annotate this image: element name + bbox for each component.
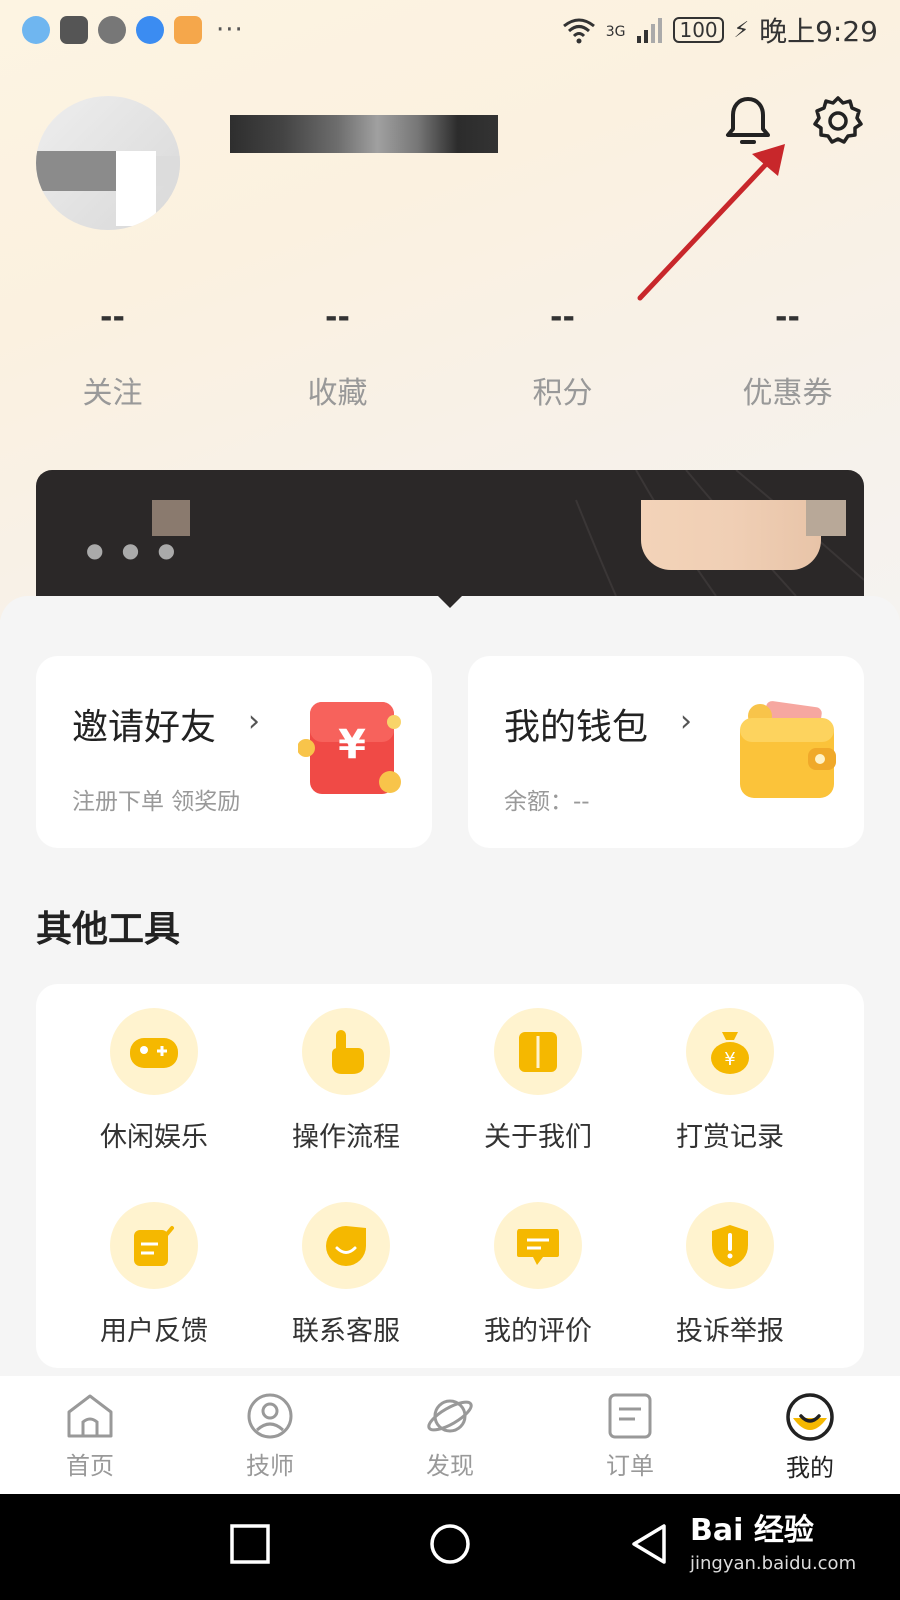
watermark-brand: Bai 经验 <box>690 1513 814 1548</box>
network-type: 3G <box>605 24 626 40</box>
stat-value: -- <box>775 300 800 335</box>
section-title-other-tools: 其他工具 <box>36 909 181 950</box>
tool-customer-service[interactable]: 联系客服 <box>248 1178 444 1348</box>
tab-mine[interactable]: 我的 <box>720 1376 900 1494</box>
book-icon <box>494 1008 582 1095</box>
tab-orders[interactable]: 订单 <box>540 1376 720 1494</box>
tool-label: 关于我们 <box>484 1122 592 1153</box>
stat-favorites[interactable]: -- 收藏 <box>225 300 450 412</box>
tool-label: 联系客服 <box>292 1316 400 1347</box>
avatar[interactable] <box>36 96 180 230</box>
tool-about-us[interactable]: 关于我们 <box>440 984 636 1154</box>
tool-feedback[interactable]: 用户反馈 <box>56 1178 252 1348</box>
stat-value: -- <box>325 300 350 335</box>
stat-value: -- <box>550 300 575 335</box>
comment-icon <box>494 1202 582 1289</box>
browser-app-icon <box>22 16 50 44</box>
signal-icon <box>637 18 663 43</box>
edit-note-icon <box>110 1202 198 1289</box>
tab-label: 首页 <box>66 1452 114 1480</box>
tool-label: 用户反馈 <box>100 1316 208 1347</box>
svg-text:¥: ¥ <box>724 1049 735 1070</box>
chevron-right-icon: › <box>680 704 692 739</box>
stat-label: 优惠券 <box>742 376 833 411</box>
tab-home[interactable]: 首页 <box>0 1376 180 1494</box>
tool-label: 投诉举报 <box>676 1316 784 1347</box>
stat-points[interactable]: -- 积分 <box>450 300 675 412</box>
stats-row: -- 关注 -- 收藏 -- 积分 -- 优惠券 <box>0 300 900 412</box>
shield-alert-icon <box>686 1202 774 1289</box>
huawei-store-icon <box>60 16 88 44</box>
gamepad-icon <box>110 1008 198 1095</box>
chevron-right-icon: › <box>248 704 260 739</box>
profile-smile-icon <box>786 1393 834 1441</box>
invite-friends-card[interactable]: 邀请好友 › 注册下单 领奖励 ¥ <box>36 656 432 848</box>
stat-label: 收藏 <box>307 376 368 411</box>
planet-icon <box>427 1399 473 1433</box>
banner-redacted-block <box>806 500 846 536</box>
banner-redacted-block <box>152 500 190 536</box>
tab-technician[interactable]: 技师 <box>180 1376 360 1494</box>
status-bar: ··· 3G 100 ⚡ 晚上9:29 <box>0 0 900 60</box>
svg-text:¥: ¥ <box>338 722 366 768</box>
stat-label: 积分 <box>532 376 593 411</box>
tool-tip-records[interactable]: ¥ 打赏记录 <box>632 984 828 1154</box>
recents-square-icon[interactable] <box>228 1522 272 1566</box>
stat-value: -- <box>100 300 125 335</box>
watermark-url: jingyan.baidu.com <box>690 1553 857 1574</box>
tab-label: 订单 <box>606 1452 654 1480</box>
tool-complaint-report[interactable]: 投诉举报 <box>632 1178 828 1348</box>
tab-label: 我的 <box>786 1454 834 1482</box>
home-icon <box>67 1394 113 1438</box>
user-circle-icon <box>247 1393 293 1439</box>
annotation-arrow <box>637 144 785 301</box>
tab-label: 发现 <box>426 1452 474 1480</box>
card-title: 我的钱包 <box>504 707 649 748</box>
banner-action-pill[interactable] <box>641 500 821 570</box>
tool-my-reviews[interactable]: 我的评价 <box>440 1178 636 1348</box>
tool-process[interactable]: 操作流程 <box>248 984 444 1154</box>
baidu-jingyan-watermark: Bai 经验 jingyan.baidu.com <box>690 1505 856 1574</box>
tab-discover[interactable]: 发现 <box>360 1376 540 1494</box>
card-subtitle: 余额：-- <box>504 789 590 815</box>
banner-dots: ● ● ● <box>86 538 182 562</box>
battery-indicator: 100 <box>673 17 724 43</box>
tab-label: 技师 <box>246 1452 294 1480</box>
back-triangle-icon[interactable] <box>628 1522 672 1566</box>
bottom-tab-bar: 首页 技师 发现 订单 我的 <box>0 1376 900 1494</box>
smile-service-icon <box>302 1202 390 1289</box>
more-notifications-icon: ··· <box>216 15 244 45</box>
red-envelope-icon: ¥ <box>298 702 401 794</box>
tool-label: 打赏记录 <box>676 1122 784 1153</box>
tool-label: 操作流程 <box>292 1122 400 1153</box>
home-circle-icon[interactable] <box>428 1522 472 1566</box>
tool-label: 我的评价 <box>484 1316 592 1347</box>
app-shield-icon <box>98 16 126 44</box>
orange-app-icon <box>174 16 202 44</box>
username-redacted[interactable] <box>230 115 498 153</box>
weather-cloud-icon <box>136 16 164 44</box>
tool-label: 休闲娱乐 <box>100 1122 208 1153</box>
charging-icon: ⚡ <box>733 17 750 43</box>
my-wallet-card[interactable]: 我的钱包 › 余额：-- <box>468 656 864 848</box>
tools-grid: 休闲娱乐 操作流程 关于我们 ¥ 打赏记录 用户反馈 联系客服 我的评价 投诉举… <box>36 984 864 1368</box>
card-subtitle: 注册下单 领奖励 <box>72 789 241 815</box>
order-doc-icon <box>608 1393 652 1439</box>
wallet-icon <box>740 701 836 798</box>
wifi-icon <box>562 18 595 44</box>
tool-leisure[interactable]: 休闲娱乐 <box>56 984 252 1154</box>
card-title: 邀请好友 <box>72 707 217 748</box>
membership-banner[interactable]: ● ● ● <box>36 470 864 596</box>
status-notification-icons: ··· <box>22 15 244 45</box>
stat-coupons[interactable]: -- 优惠券 <box>675 300 900 412</box>
pointer-hand-icon <box>302 1008 390 1095</box>
clock: 晚上9:29 <box>759 15 878 48</box>
stat-follow[interactable]: -- 关注 <box>0 300 225 412</box>
stat-label: 关注 <box>82 376 143 411</box>
money-bag-icon: ¥ <box>686 1008 774 1095</box>
